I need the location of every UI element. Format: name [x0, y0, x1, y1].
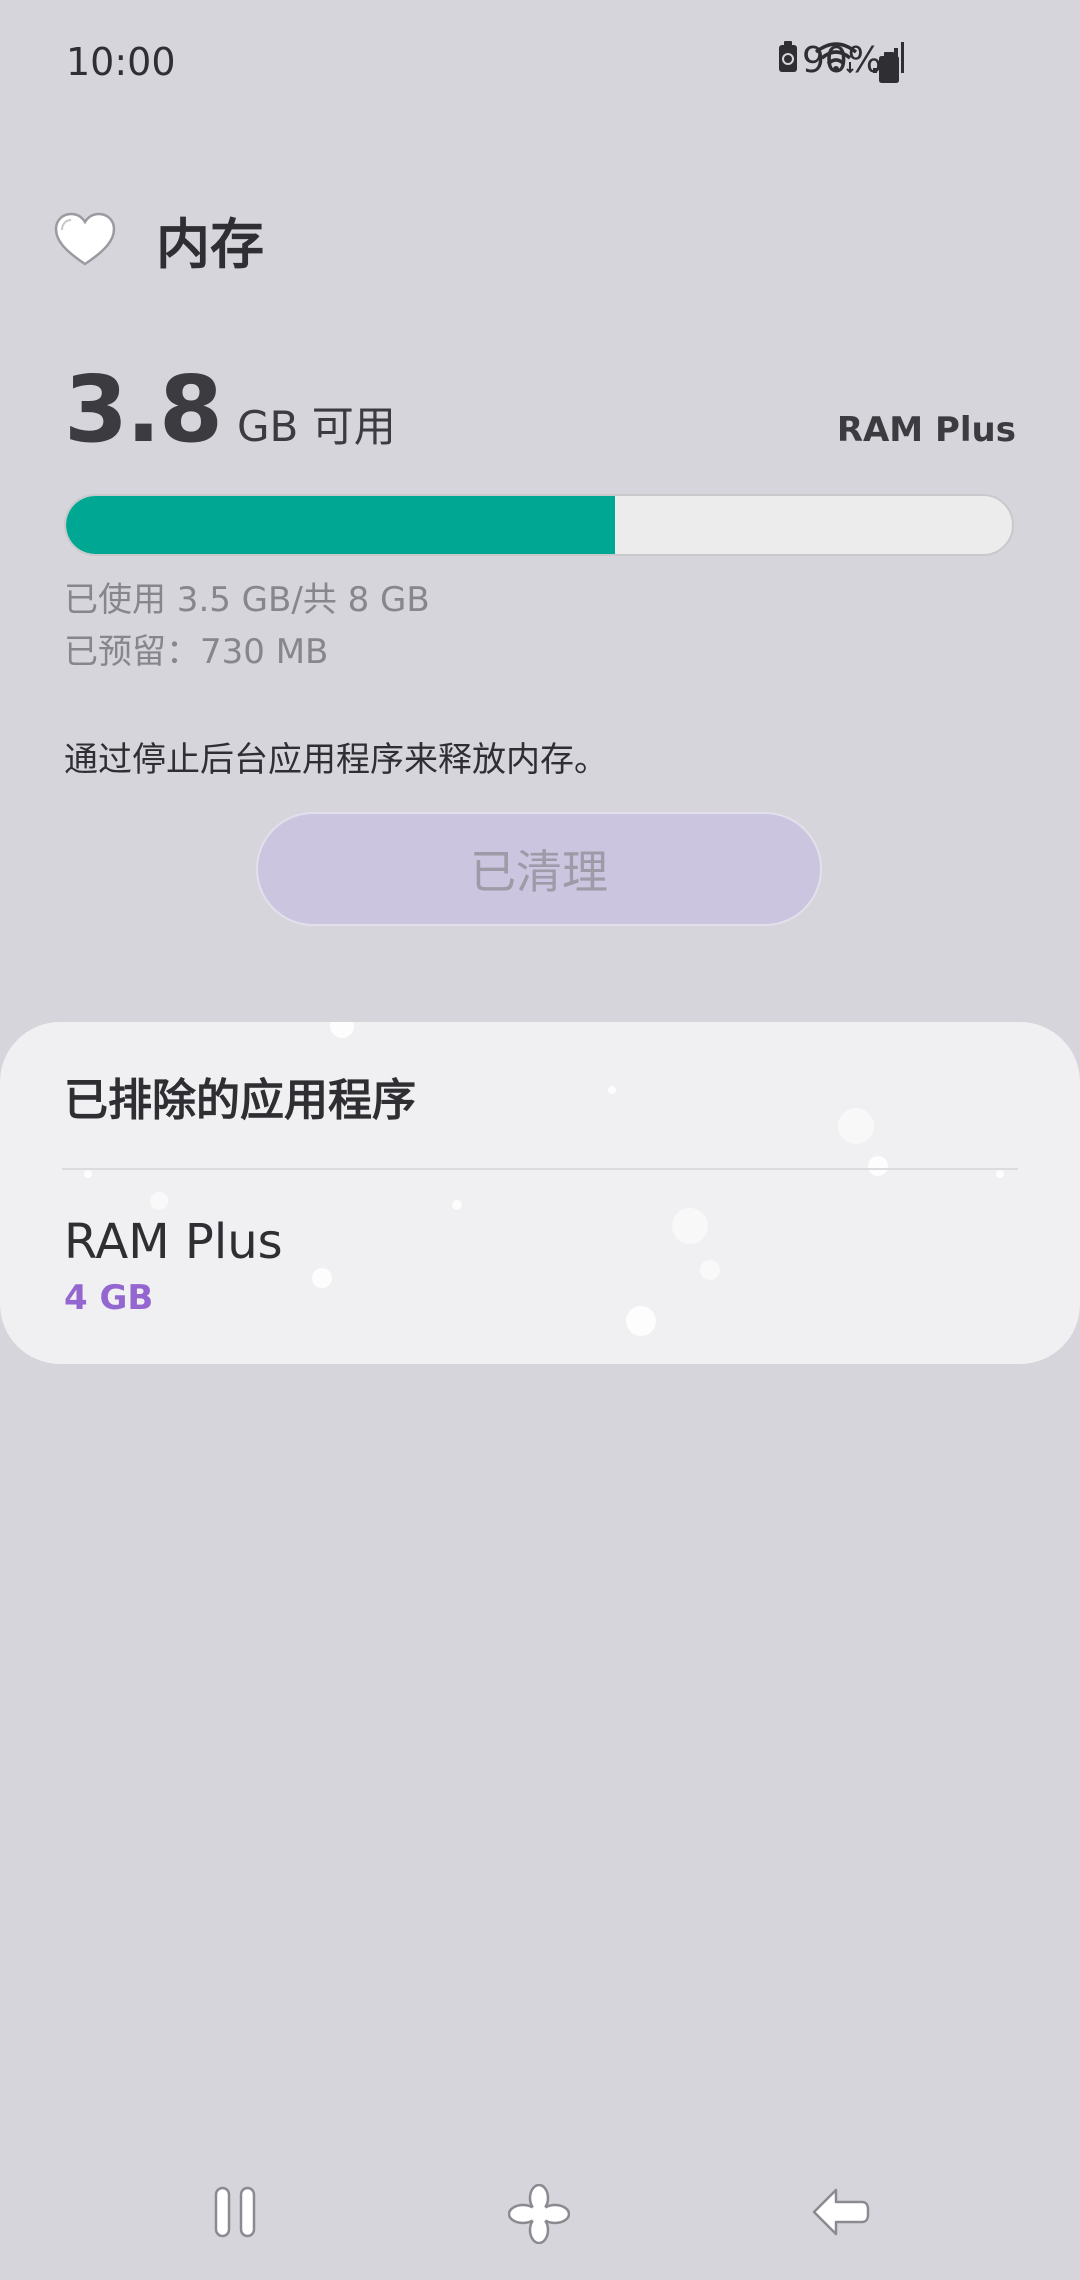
- used-memory-text: 已使用 3.5 GB/共 8 GB: [64, 580, 430, 620]
- page-header: 内存: [54, 200, 264, 279]
- heart-icon: [54, 212, 116, 268]
- decorative-bubble: [672, 1208, 708, 1244]
- divider: [62, 1168, 1018, 1170]
- memory-usage-fill: [66, 496, 615, 554]
- decorative-bubble: [330, 1022, 354, 1038]
- battery-percent: 90%: [802, 40, 883, 81]
- page-title: 内存: [156, 213, 264, 276]
- navigation-bar: [0, 2160, 1080, 2280]
- decorative-bubble: [626, 1306, 656, 1336]
- home-icon[interactable]: [508, 2184, 570, 2244]
- available-number: 3.8: [64, 356, 223, 463]
- decorative-bubble: [312, 1268, 332, 1288]
- decorative-bubble: [608, 1086, 616, 1094]
- decorative-bubble: [700, 1260, 720, 1280]
- decorative-bubble: [868, 1156, 888, 1176]
- memory-usage-bar: [64, 494, 1014, 556]
- status-time: 10:00: [66, 40, 176, 84]
- settings-card: 已排除的应用程序 RAM Plus 4 GB: [0, 1022, 1080, 1364]
- ram-plus-item-title[interactable]: RAM Plus: [64, 1214, 283, 1270]
- decorative-bubble: [838, 1108, 874, 1144]
- available-unit: GB 可用: [236, 402, 396, 451]
- hint-text: 通过停止后台应用程序来释放内存。: [64, 740, 608, 780]
- decorative-bubble: [84, 1170, 92, 1178]
- decorative-bubble: [996, 1170, 1004, 1178]
- reserved-memory-text: 已预留：730 MB: [64, 632, 329, 672]
- ram-plus-item-value: 4 GB: [64, 1278, 154, 1318]
- recents-icon[interactable]: [210, 2184, 260, 2240]
- status-bar: 10:00 90%: [0, 0, 1080, 130]
- available-memory: 3.8 GB 可用: [64, 356, 396, 463]
- back-icon[interactable]: [810, 2184, 870, 2240]
- decorative-bubble: [150, 1192, 168, 1210]
- clean-button[interactable]: 已清理: [256, 812, 822, 926]
- decorative-bubble: [452, 1200, 462, 1210]
- excluded-apps-item[interactable]: 已排除的应用程序: [64, 1064, 416, 1128]
- battery-saver-icon: [776, 40, 800, 74]
- ram-plus-link[interactable]: RAM Plus: [837, 410, 1016, 450]
- battery-icon: [878, 52, 900, 88]
